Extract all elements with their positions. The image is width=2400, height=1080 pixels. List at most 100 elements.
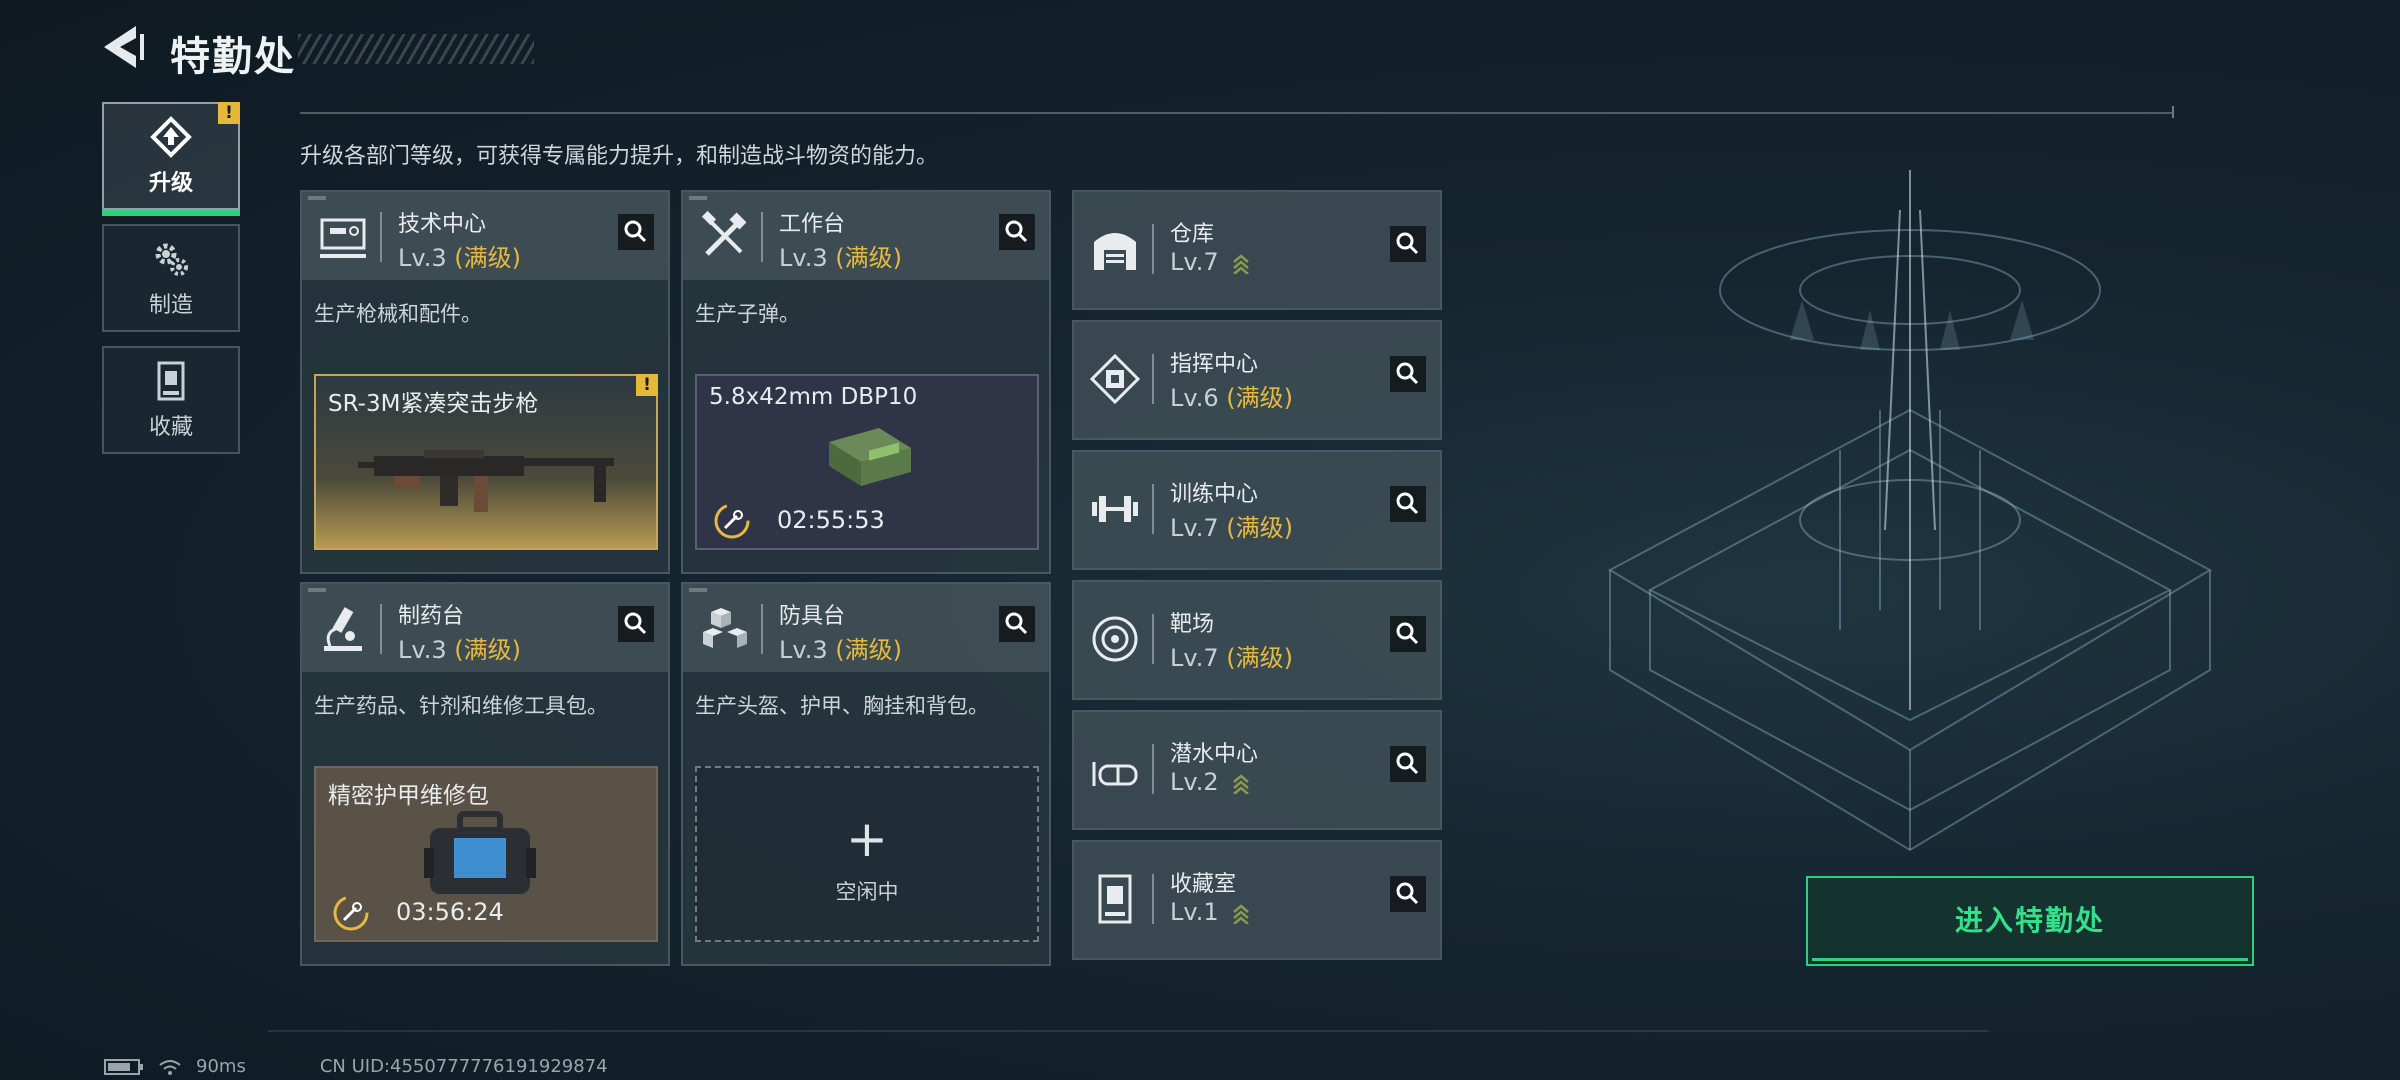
- facility-item-warehouse[interactable]: 仓库 Lv.7: [1072, 190, 1442, 310]
- slot-timer: 03:56:24: [396, 898, 504, 926]
- card-separator: [1152, 484, 1154, 534]
- facility-name: 训练中心: [1170, 482, 1259, 507]
- search-icon[interactable]: [618, 606, 654, 642]
- microscope-icon: [324, 607, 362, 651]
- rifle-image: [358, 450, 614, 512]
- footer-rule: [268, 1030, 1988, 1032]
- upgrade-available-icon: [1233, 774, 1250, 794]
- collection-case-icon: [157, 361, 185, 401]
- facility-item-training-center[interactable]: 训练中心 Lv.7 (满级): [1072, 450, 1442, 570]
- card-separator: [1152, 874, 1154, 924]
- card-separator: [1152, 354, 1154, 404]
- facility-name: 潜水中心: [1170, 742, 1259, 767]
- command-chip-icon: [1089, 353, 1141, 405]
- dumbbell-icon: [1092, 496, 1138, 522]
- nav-tab-craft[interactable]: 制造: [102, 224, 240, 332]
- card-description: 生产药品、针剂和维修工具包。: [314, 694, 608, 718]
- timer-wrench-icon: [714, 503, 750, 539]
- computer-icon: [320, 218, 366, 258]
- facility-level: Lv.7 (满级): [1170, 644, 1293, 672]
- card-title: 技术中心: [398, 212, 487, 237]
- search-icon[interactable]: [999, 606, 1035, 642]
- ammo-box-image: [829, 428, 911, 486]
- card-title: 防具台: [779, 604, 846, 629]
- facility-card-tech-center[interactable]: 技术中心 Lv.3 (满级) 生产枪械和配件。 SR-3M紧凑突击步枪 !: [300, 190, 670, 574]
- corner-mark: [308, 196, 326, 200]
- nav-label-craft: 制造: [148, 293, 193, 318]
- facility-name: 收藏室: [1170, 872, 1237, 897]
- timer-wrench-icon: [333, 895, 369, 931]
- facility-item-diving-center[interactable]: 潜水中心 Lv.2: [1072, 710, 1442, 830]
- facility-name: 靶场: [1170, 612, 1215, 637]
- upgrade-icon: [150, 116, 192, 158]
- card-separator: [380, 212, 382, 262]
- facility-level: Lv.1: [1170, 898, 1250, 926]
- search-icon[interactable]: [1390, 746, 1426, 782]
- warning-badge: !: [636, 374, 658, 396]
- page-title: 特勤处: [170, 34, 296, 80]
- nav-tab-upgrade[interactable]: 升级 !: [102, 102, 240, 216]
- upgrade-available-icon: [1233, 254, 1250, 274]
- facility-item-command-center[interactable]: 指挥中心 Lv.6 (满级): [1072, 320, 1442, 440]
- search-icon[interactable]: [1390, 226, 1426, 262]
- card-description: 生产子弹。: [695, 302, 800, 326]
- wifi-icon: [159, 1059, 181, 1075]
- production-slot[interactable]: SR-3M紧凑突击步枪 !: [314, 374, 658, 550]
- collection-case-icon: [1098, 874, 1132, 924]
- facility-level: Lv.7: [1170, 248, 1250, 276]
- card-separator: [761, 212, 763, 262]
- search-icon[interactable]: [999, 214, 1035, 250]
- repair-kit-image: [424, 811, 536, 894]
- facility-name: 指挥中心: [1170, 352, 1259, 377]
- search-icon[interactable]: [1390, 356, 1426, 392]
- search-icon[interactable]: [1390, 616, 1426, 652]
- facility-card-armor-bench[interactable]: 防具台 Lv.3 (满级) 生产头盔、护甲、胸挂和背包。 + 空闲中: [681, 582, 1051, 966]
- facility-name: 仓库: [1170, 222, 1215, 247]
- facility-card-workbench[interactable]: 工作台 Lv.3 (满级) 生产子弹。 5.8x42mm DBP10 02:55…: [681, 190, 1051, 574]
- slot-timer: 02:55:53: [777, 506, 885, 534]
- slot-item-name: 精密护甲维修包: [328, 783, 489, 809]
- armor-blocks-icon: [703, 608, 747, 648]
- warning-badge: !: [218, 102, 240, 124]
- divider: [300, 112, 2172, 114]
- idle-slot[interactable]: + 空闲中: [695, 766, 1039, 942]
- card-level: Lv.3 (满级): [398, 244, 521, 272]
- card-description: 生产枪械和配件。: [314, 302, 482, 326]
- card-separator: [1152, 614, 1154, 664]
- nav-label-collection: 收藏: [148, 415, 193, 440]
- card-separator: [380, 604, 382, 654]
- warehouse-icon: [1094, 233, 1136, 270]
- facility-item-collection-room[interactable]: 收藏室 Lv.1: [1072, 840, 1442, 960]
- search-icon[interactable]: [618, 214, 654, 250]
- card-level: Lv.3 (满级): [779, 244, 902, 272]
- idle-label: 空闲中: [835, 880, 899, 904]
- production-slot[interactable]: 5.8x42mm DBP10 02:55:53: [695, 374, 1039, 550]
- production-slot[interactable]: 精密护甲维修包 03:56:24: [314, 766, 658, 942]
- facility-level: Lv.7 (满级): [1170, 514, 1293, 542]
- card-description: 生产头盔、护甲、胸挂和背包。: [695, 694, 989, 718]
- card-title: 制药台: [398, 604, 465, 629]
- nav-tab-collection[interactable]: 收藏: [102, 346, 240, 454]
- facility-level: Lv.2: [1170, 768, 1250, 796]
- corner-mark: [689, 196, 707, 200]
- gear-icon: [155, 243, 188, 276]
- search-icon[interactable]: [1390, 486, 1426, 522]
- enter-special-ops-button[interactable]: 进入特勤处: [1806, 876, 2254, 966]
- corner-mark: [689, 588, 707, 592]
- tools-icon: [701, 210, 747, 256]
- card-title: 工作台: [779, 212, 846, 237]
- upgrade-available-icon: [1233, 904, 1250, 924]
- back-arrow-icon[interactable]: [100, 22, 146, 72]
- diving-mask-icon: [1092, 762, 1138, 786]
- slot-item-name: SR-3M紧凑突击步枪: [328, 391, 539, 417]
- battery-icon: [104, 1058, 143, 1075]
- card-level: Lv.3 (满级): [779, 636, 902, 664]
- facility-item-shooting-range[interactable]: 靶场 Lv.7 (满级): [1072, 580, 1442, 700]
- card-separator: [1152, 224, 1154, 274]
- user-uid: CN UID:4550777776191929874: [319, 1056, 608, 1077]
- plus-icon: +: [846, 810, 888, 868]
- search-icon[interactable]: [1390, 876, 1426, 912]
- facility-card-pharmacy[interactable]: 制药台 Lv.3 (满级) 生产药品、针剂和维修工具包。 精密护甲维修包 03:…: [300, 582, 670, 966]
- ping-value: 90ms: [196, 1056, 246, 1077]
- divider-tick: [2172, 106, 2174, 118]
